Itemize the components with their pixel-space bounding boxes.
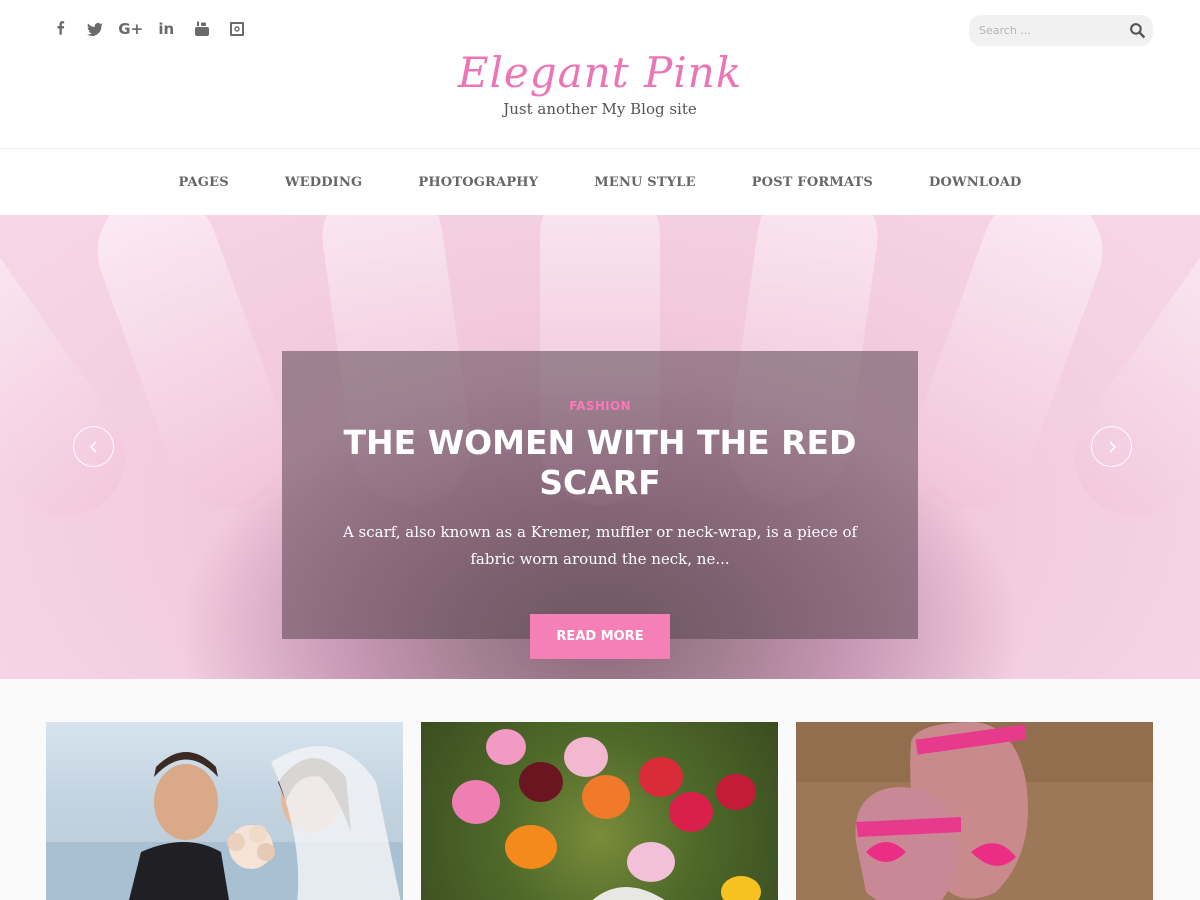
slide-title[interactable]: THE WOMEN WITH THE RED SCARF [340,423,860,503]
slide-caption: FASHION THE WOMEN WITH THE RED SCARF A s… [282,351,918,639]
social-links: G+ in [42,18,255,40]
hero-slider: FASHION THE WOMEN WITH THE RED SCARF A s… [0,215,1200,679]
post-thumbnail-baby-shoes[interactable] [796,722,1153,900]
slider-prev-button[interactable] [73,426,114,467]
linkedin-icon[interactable]: in [149,18,185,40]
post-thumbnail-flowers[interactable] [421,722,778,900]
post-grid [0,679,1200,900]
nav-item-pages[interactable]: PAGES [178,175,228,190]
nav-item-download[interactable]: DOWNLOAD [929,175,1022,190]
instagram-icon[interactable] [220,18,256,40]
site-title[interactable]: Elegant Pink [0,48,1200,98]
slide-excerpt: A scarf, also known as a Kremer, muffler… [342,523,858,568]
site-branding: Elegant Pink Just another My Blog site [0,48,1200,118]
chevron-right-icon [1108,440,1116,453]
read-more-button[interactable]: READ MORE [530,614,670,659]
search-icon[interactable] [1129,22,1146,39]
facebook-icon[interactable] [42,18,78,40]
youtube-icon[interactable] [184,18,220,40]
slider-next-button[interactable] [1091,426,1132,467]
nav-item-post-formats[interactable]: POST FORMATS [752,175,873,190]
wedding-couple-image [46,746,403,900]
chevron-left-icon [89,440,97,453]
site-header: G+ in Elegant Pink Just another My Blog … [0,0,1200,148]
baby-shoes-image [796,722,1153,900]
google-plus-icon[interactable]: G+ [113,18,149,40]
post-thumbnail-wedding[interactable] [46,722,403,900]
nav-item-menu-style[interactable]: MENU STYLE [594,175,695,190]
nav-item-photography[interactable]: PHOTOGRAPHY [418,175,538,190]
search-input[interactable] [979,24,1119,37]
post-category[interactable]: FASHION [282,399,918,413]
tulips-image [452,729,761,900]
main-navigation: PAGES WEDDING PHOTOGRAPHY MENU STYLE POS… [0,148,1200,215]
site-tagline: Just another My Blog site [503,100,697,118]
twitter-icon[interactable] [78,18,114,40]
search-form [969,15,1153,46]
nav-item-wedding[interactable]: WEDDING [285,175,363,190]
